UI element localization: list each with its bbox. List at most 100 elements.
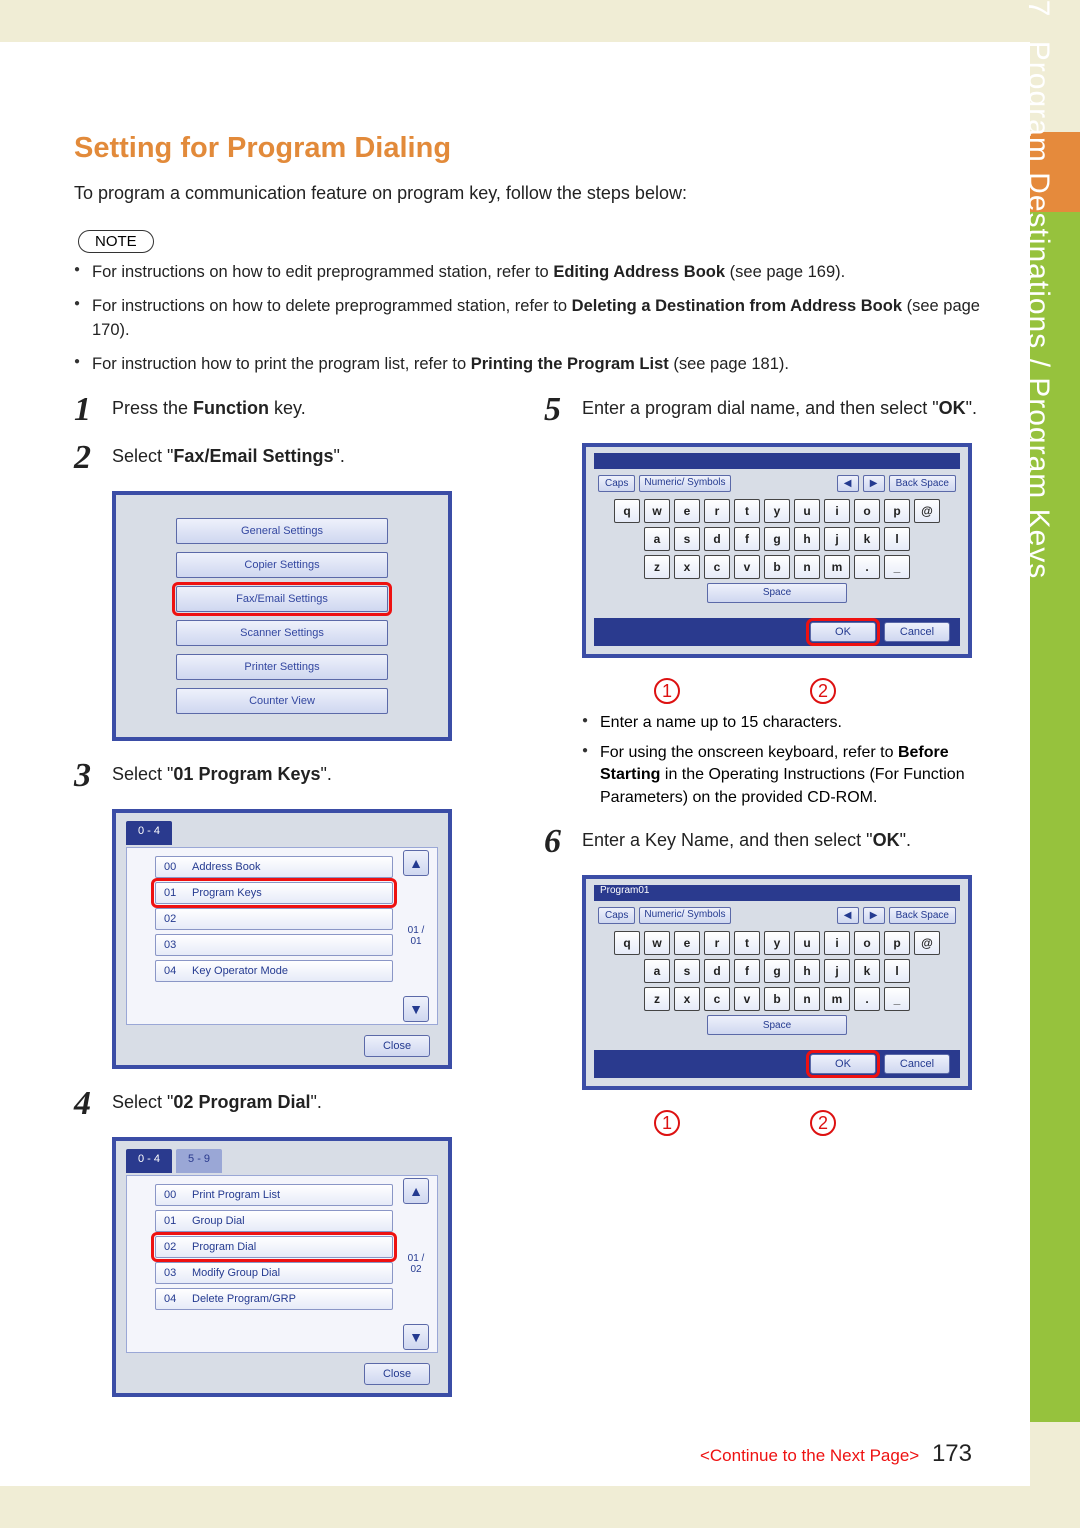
key-t[interactable]: t [734,499,760,523]
caps-button[interactable]: Caps [598,475,635,492]
key-v[interactable]: v [734,987,760,1011]
close-button[interactable]: Close [364,1035,430,1057]
key-c[interactable]: c [704,555,730,579]
menu-item-copier[interactable]: Copier Settings [176,552,388,578]
numeric-symbols-button[interactable]: Numeric/ Symbols [639,907,730,924]
key-m[interactable]: m [824,987,850,1011]
menu-item-general[interactable]: General Settings [176,518,388,544]
key-h[interactable]: h [794,527,820,551]
menu-item-scanner[interactable]: Scanner Settings [176,620,388,646]
key-j[interactable]: j [824,959,850,983]
key-y[interactable]: y [764,931,790,955]
tab-5-9[interactable]: 5 - 9 [176,1149,222,1173]
list-item[interactable]: 04Key Operator Mode [155,960,393,982]
scroll-up-icon[interactable]: ▲ [403,1178,429,1204]
close-button[interactable]: Close [364,1363,430,1385]
key-space[interactable]: Space [707,1015,847,1035]
key-underscore[interactable]: _ [884,555,910,579]
list-item-program-keys[interactable]: 01Program Keys [155,882,393,904]
key-o[interactable]: o [854,931,880,955]
list-item[interactable]: 01Group Dial [155,1210,393,1232]
key-space[interactable]: Space [707,583,847,603]
scroll-up-icon[interactable]: ▲ [403,850,429,876]
cancel-button[interactable]: Cancel [884,1054,950,1074]
key-l[interactable]: l [884,527,910,551]
arrow-right-icon[interactable]: ▶ [863,475,885,492]
key-r[interactable]: r [704,499,730,523]
key-k[interactable]: k [854,959,880,983]
key-w[interactable]: w [644,499,670,523]
tab-0-4[interactable]: 0 - 4 [126,1149,172,1173]
key-t[interactable]: t [734,931,760,955]
scroll-down-icon[interactable]: ▼ [403,996,429,1022]
key-r[interactable]: r [704,931,730,955]
key-underscore[interactable]: _ [884,987,910,1011]
key-z[interactable]: z [644,555,670,579]
list-item[interactable]: 00Address Book [155,856,393,878]
list-item[interactable]: 04Delete Program/GRP [155,1288,393,1310]
key-e[interactable]: e [674,931,700,955]
key-y[interactable]: y [764,499,790,523]
key-m[interactable]: m [824,555,850,579]
key-v[interactable]: v [734,555,760,579]
key-q[interactable]: q [614,931,640,955]
key-s[interactable]: s [674,527,700,551]
key-n[interactable]: n [794,987,820,1011]
key-i[interactable]: i [824,499,850,523]
list-item-program-dial[interactable]: 02Program Dial [155,1236,393,1258]
key-q[interactable]: q [614,499,640,523]
key-e[interactable]: e [674,499,700,523]
key-d[interactable]: d [704,959,730,983]
continue-link[interactable]: <Continue to the Next Page> [700,1446,919,1465]
caps-button[interactable]: Caps [598,907,635,924]
key-a[interactable]: a [644,527,670,551]
list-item[interactable]: 03 [155,934,393,956]
key-g[interactable]: g [764,959,790,983]
key-j[interactable]: j [824,527,850,551]
menu-item-counter[interactable]: Counter View [176,688,388,714]
menu-item-printer[interactable]: Printer Settings [176,654,388,680]
list-item[interactable]: 03Modify Group Dial [155,1262,393,1284]
key-b[interactable]: b [764,987,790,1011]
key-z[interactable]: z [644,987,670,1011]
backspace-button[interactable]: Back Space [889,907,956,924]
key-a[interactable]: a [644,959,670,983]
key-i[interactable]: i [824,931,850,955]
key-g[interactable]: g [764,527,790,551]
key-at[interactable]: @ [914,499,940,523]
key-p[interactable]: p [884,931,910,955]
key-f[interactable]: f [734,527,760,551]
scroll-down-icon[interactable]: ▼ [403,1324,429,1350]
list-item[interactable]: 00Print Program List [155,1184,393,1206]
ok-button[interactable]: OK [810,622,876,642]
list-item[interactable]: 02 [155,908,393,930]
key-n[interactable]: n [794,555,820,579]
key-s[interactable]: s [674,959,700,983]
key-dot[interactable]: . [854,555,880,579]
key-u[interactable]: u [794,931,820,955]
key-f[interactable]: f [734,959,760,983]
backspace-button[interactable]: Back Space [889,475,956,492]
tab-0-4[interactable]: 0 - 4 [126,821,172,845]
key-c[interactable]: c [704,987,730,1011]
key-dot[interactable]: . [854,987,880,1011]
key-p[interactable]: p [884,499,910,523]
key-o[interactable]: o [854,499,880,523]
key-h[interactable]: h [794,959,820,983]
key-d[interactable]: d [704,527,730,551]
key-u[interactable]: u [794,499,820,523]
key-at[interactable]: @ [914,931,940,955]
key-w[interactable]: w [644,931,670,955]
key-l[interactable]: l [884,959,910,983]
key-k[interactable]: k [854,527,880,551]
key-x[interactable]: x [674,987,700,1011]
arrow-right-icon[interactable]: ▶ [863,907,885,924]
menu-item-fax-email[interactable]: Fax/Email Settings [176,586,388,612]
arrow-left-icon[interactable]: ◀ [837,475,859,492]
arrow-left-icon[interactable]: ◀ [837,907,859,924]
numeric-symbols-button[interactable]: Numeric/ Symbols [639,475,730,492]
ok-button[interactable]: OK [810,1054,876,1074]
key-x[interactable]: x [674,555,700,579]
cancel-button[interactable]: Cancel [884,622,950,642]
key-b[interactable]: b [764,555,790,579]
